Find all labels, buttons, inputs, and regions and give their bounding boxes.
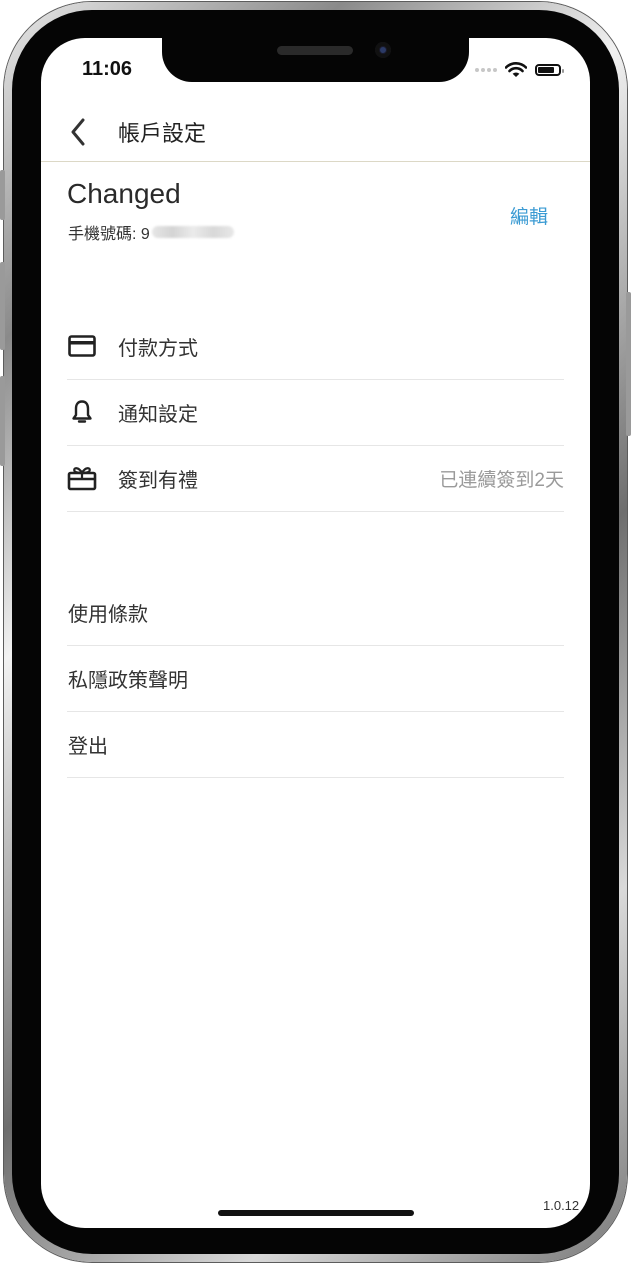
volume-down-button xyxy=(0,376,5,466)
home-indicator[interactable] xyxy=(218,1210,414,1216)
menu-item-privacy-policy[interactable]: 私隱政策聲明 xyxy=(67,645,564,712)
menu-item-label: 通知設定 xyxy=(118,404,198,426)
profile-name: Changed xyxy=(67,178,181,209)
menu-item-payment[interactable]: 付款方式 xyxy=(67,313,564,380)
mute-switch xyxy=(0,170,5,220)
bell-icon xyxy=(67,398,97,426)
header-divider xyxy=(41,161,590,162)
phone-number-blurred xyxy=(151,226,234,238)
checkin-streak-text: 已連續簽到2天 xyxy=(439,470,564,491)
notch xyxy=(162,38,469,82)
nav-bar: 帳戶設定 xyxy=(41,108,590,162)
volume-up-button xyxy=(0,262,5,350)
chevron-left-icon xyxy=(71,118,85,146)
menu-item-terms[interactable]: 使用條款 xyxy=(67,579,564,646)
status-time: 11:06 xyxy=(82,58,133,80)
app-version: 1.0.12 xyxy=(543,1198,580,1213)
phone-number-label: 手機號碼: 9 xyxy=(68,226,150,243)
menu-item-notifications[interactable]: 通知設定 xyxy=(67,379,564,446)
menu-item-label: 付款方式 xyxy=(118,338,198,360)
battery-icon xyxy=(535,64,564,76)
speaker xyxy=(277,46,353,55)
power-button xyxy=(626,292,631,436)
menu-item-label: 私隱政策聲明 xyxy=(68,670,188,692)
page-title: 帳戶設定 xyxy=(118,121,207,146)
back-button[interactable] xyxy=(65,114,93,150)
menu-item-label: 登出 xyxy=(68,736,108,758)
app-screen: 11:06 帳戶設定 Changed 手機號碼: 9 編輯 付款方式 通知設定 … xyxy=(41,38,590,1228)
credit-card-icon xyxy=(67,332,97,360)
gift-icon xyxy=(67,464,97,492)
wifi-icon xyxy=(505,62,527,77)
edit-profile-button[interactable]: 編輯 xyxy=(510,202,548,229)
status-icons xyxy=(475,62,564,78)
signal-icon xyxy=(475,68,497,72)
menu-item-label: 簽到有禮 xyxy=(118,470,198,492)
phone-number-line: 手機號碼: 9 xyxy=(68,220,234,244)
menu-item-checkin-rewards[interactable]: 簽到有禮 已連續簽到2天 xyxy=(67,445,564,512)
menu-item-logout[interactable]: 登出 xyxy=(67,711,564,778)
front-camera xyxy=(375,42,391,58)
menu-item-label: 使用條款 xyxy=(68,604,148,626)
